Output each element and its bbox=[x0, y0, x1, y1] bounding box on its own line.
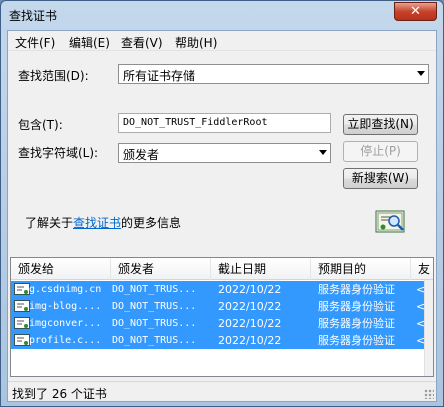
field-label: 查找字符域(L): bbox=[18, 146, 99, 160]
stop-button[interactable]: 停止(P) bbox=[343, 141, 418, 162]
status-bar: 找到了 26 个证书 bbox=[8, 381, 436, 401]
contains-label: 包含(T): bbox=[18, 118, 63, 132]
certificate-list[interactable]: 颁发给 颁发者 截止日期 预期目的 友 g.csdnimg.cn DO_NOT_… bbox=[10, 257, 434, 377]
cell-issued-to: img-blog.... bbox=[29, 301, 102, 312]
info-link[interactable]: 查找证书 bbox=[73, 216, 121, 230]
table-row[interactable]: imgconver... DO_NOT_TRUS... 2022/10/22 服… bbox=[11, 315, 433, 332]
cell-issuer: DO_NOT_TRUS... bbox=[112, 301, 197, 312]
field-dropdown[interactable]: 颁发者 bbox=[118, 143, 331, 163]
certificate-icon bbox=[14, 317, 30, 329]
info-suffix: 的更多信息 bbox=[121, 216, 182, 230]
status-text: 找到了 26 个证书 bbox=[12, 387, 107, 401]
chevron-down-icon bbox=[319, 150, 327, 155]
scope-label: 查找范围(D): bbox=[18, 69, 89, 83]
menu-file[interactable]: 文件(F) bbox=[15, 34, 55, 51]
window-title: 查找证书 bbox=[9, 9, 58, 23]
cell-expiration: 2022/10/22 bbox=[218, 317, 282, 330]
table-row[interactable]: profile.c... DO_NOT_TRUS... 2022/10/22 服… bbox=[11, 332, 433, 349]
table-row[interactable]: g.csdnimg.cn DO_NOT_TRUS... 2022/10/22 服… bbox=[11, 281, 433, 298]
column-issuer[interactable]: 颁发者 bbox=[111, 258, 211, 280]
cell-purpose: 服务器身份验证 bbox=[318, 334, 395, 347]
cell-expiration: 2022/10/22 bbox=[218, 334, 282, 347]
cell-issued-to: g.csdnimg.cn bbox=[29, 284, 102, 295]
certificate-search-icon bbox=[375, 210, 405, 233]
contains-input[interactable]: DO_NOT_TRUST_FiddlerRoot bbox=[118, 113, 331, 133]
column-friendly-name[interactable]: 友 bbox=[411, 258, 433, 280]
menu-view[interactable]: 查看(V) bbox=[121, 34, 163, 51]
cell-issued-to: profile.c... bbox=[29, 335, 102, 346]
cell-expiration: 2022/10/22 bbox=[218, 300, 282, 313]
close-icon: ✕ bbox=[410, 4, 421, 19]
scope-value: 所有证书存储 bbox=[123, 69, 196, 83]
column-purpose[interactable]: 预期目的 bbox=[311, 258, 411, 280]
certificate-icon bbox=[14, 334, 30, 346]
cell-issuer: DO_NOT_TRUS... bbox=[112, 318, 197, 329]
cell-purpose: 服务器身份验证 bbox=[318, 317, 395, 330]
cell-expiration: 2022/10/22 bbox=[218, 283, 282, 296]
certificate-icon bbox=[14, 283, 30, 295]
list-vertical-scrollbar[interactable] bbox=[424, 280, 433, 376]
contains-value: DO_NOT_TRUST_FiddlerRoot bbox=[123, 117, 268, 128]
field-value: 颁发者 bbox=[123, 148, 160, 162]
column-expiration[interactable]: 截止日期 bbox=[211, 258, 311, 280]
cell-issuer: DO_NOT_TRUS... bbox=[112, 335, 197, 346]
dialog-client: 文件(F) 编辑(E) 查看(V) 帮助(H) 查找范围(D): 所有证书存储 … bbox=[7, 30, 437, 402]
info-prefix: 了解关于 bbox=[25, 216, 74, 230]
title-bar[interactable]: 查找证书 ✕ bbox=[1, 1, 443, 30]
column-issued-to[interactable]: 颁发给 bbox=[11, 258, 111, 280]
table-row[interactable]: img-blog.... DO_NOT_TRUS... 2022/10/22 服… bbox=[11, 298, 433, 315]
find-certificates-window: 查找证书 ✕ 文件(F) 编辑(E) 查看(V) 帮助(H) 查找范围(D): … bbox=[0, 0, 444, 407]
cell-issuer: DO_NOT_TRUS... bbox=[112, 284, 197, 295]
cell-issued-to: imgconver... bbox=[29, 318, 102, 329]
new-search-button[interactable]: 新搜索(W) bbox=[343, 168, 418, 189]
menu-bar: 文件(F) 编辑(E) 查看(V) 帮助(H) bbox=[8, 31, 436, 51]
close-button[interactable]: ✕ bbox=[394, 2, 437, 21]
menu-edit[interactable]: 编辑(E) bbox=[69, 34, 110, 51]
info-text: 了解关于查找证书的更多信息 bbox=[25, 214, 181, 231]
scope-dropdown[interactable]: 所有证书存储 bbox=[118, 64, 429, 84]
menu-help[interactable]: 帮助(H) bbox=[175, 34, 217, 51]
certificate-icon bbox=[14, 300, 30, 312]
cell-purpose: 服务器身份验证 bbox=[318, 283, 395, 296]
list-header: 颁发给 颁发者 截止日期 预期目的 友 bbox=[11, 258, 433, 280]
resize-grip-icon[interactable] bbox=[424, 389, 434, 399]
chevron-down-icon bbox=[417, 71, 425, 76]
find-now-button[interactable]: 立即查找(N) bbox=[343, 114, 418, 135]
cell-purpose: 服务器身份验证 bbox=[318, 300, 395, 313]
